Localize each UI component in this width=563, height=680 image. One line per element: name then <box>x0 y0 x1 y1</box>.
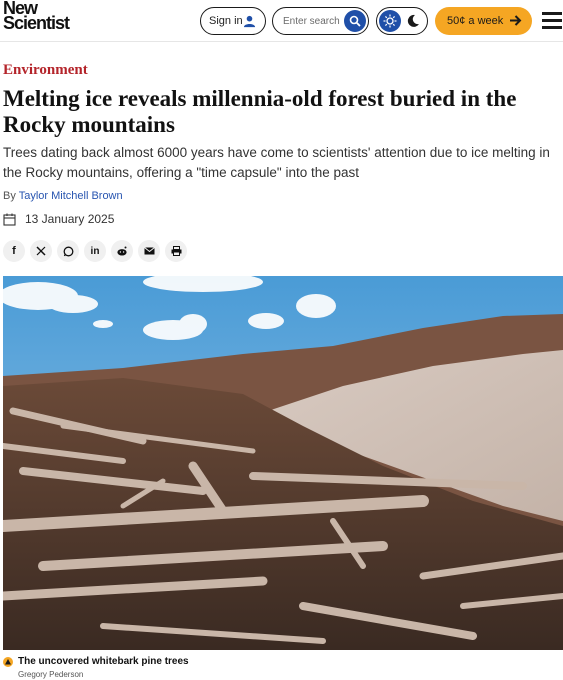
moon-icon[interactable] <box>406 14 420 28</box>
whatsapp-icon[interactable] <box>57 240 79 262</box>
subscribe-button[interactable]: 50¢ a week <box>435 7 532 35</box>
site-logo[interactable]: New Scientist <box>3 0 70 33</box>
theme-toggle[interactable] <box>376 7 428 35</box>
calendar-icon <box>3 213 16 226</box>
arrow-right-icon <box>510 15 522 26</box>
section-label[interactable]: Environment <box>3 62 88 79</box>
email-icon[interactable] <box>138 240 160 262</box>
x-icon[interactable] <box>30 240 52 262</box>
sign-in-button[interactable]: Sign in <box>200 7 266 35</box>
sign-in-label: Sign in <box>209 15 243 27</box>
search-icon <box>349 15 361 27</box>
byline-prefix: By <box>3 190 16 202</box>
print-icon[interactable] <box>165 240 187 262</box>
image-credit: Gregory Pederson <box>18 670 84 679</box>
linkedin-icon[interactable]: in <box>84 240 106 262</box>
hamburger-menu-icon[interactable] <box>542 12 562 29</box>
caption-text: The uncovered whitebark pine trees <box>18 656 189 667</box>
sun-icon <box>383 14 397 28</box>
caption-triangle-icon <box>3 656 13 667</box>
date-text: 13 January 2025 <box>25 212 115 226</box>
share-bar: f in <box>3 240 192 262</box>
article-hero-image <box>3 276 563 650</box>
search-button[interactable] <box>344 10 366 32</box>
article-headline: Melting ice reveals millennia-old forest… <box>3 86 517 137</box>
article-standfirst: Trees dating back almost 6000 years have… <box>3 145 550 180</box>
author-link[interactable]: Taylor Mitchell Brown <box>19 190 123 202</box>
user-icon <box>243 15 256 28</box>
light-mode-button[interactable] <box>379 10 401 32</box>
forest-photo <box>3 276 563 650</box>
publish-date: 13 January 2025 <box>3 212 114 226</box>
byline: By Taylor Mitchell Brown <box>3 190 123 202</box>
image-caption: The uncovered whitebark pine trees <box>3 656 189 667</box>
facebook-icon[interactable]: f <box>3 240 25 262</box>
search-box <box>272 7 369 35</box>
site-header: New Scientist Sign in Enter search 50¢ a… <box>0 0 563 42</box>
reddit-icon[interactable] <box>111 240 133 262</box>
search-input[interactable] <box>283 15 343 27</box>
logo-line2: Scientist <box>3 13 70 33</box>
subscribe-label: 50¢ a week <box>447 15 504 27</box>
